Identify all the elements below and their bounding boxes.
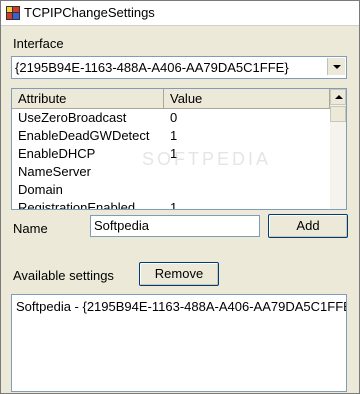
- value-cell: 1: [170, 146, 178, 161]
- vertical-scrollbar[interactable]: [330, 89, 346, 209]
- table-row[interactable]: Domain: [12, 181, 330, 199]
- name-input-box[interactable]: [90, 215, 260, 237]
- arrow-up-icon: [335, 95, 343, 99]
- name-input[interactable]: [94, 218, 254, 233]
- scroll-up-button[interactable]: [330, 89, 346, 105]
- list-rows: UseZeroBroadcast 0 EnableDeadGWDetect 1 Enab…: [12, 109, 330, 210]
- table-row[interactable]: EnableDHCP 1: [12, 145, 330, 163]
- app-icon: [6, 6, 20, 20]
- value-cell: 0: [170, 110, 178, 125]
- app-window: TCPIPChangeSettings Interface {2195B94E-…: [0, 0, 360, 394]
- chevron-down-icon: [333, 65, 341, 69]
- attribute-cell: EnableDeadGWDetect: [18, 128, 150, 143]
- client-area: Interface {2195B94E-1163-488A-A406-AA79D…: [1, 26, 359, 393]
- value-cell: 1: [170, 200, 178, 210]
- list-header: Attribute Value: [12, 89, 330, 109]
- attribute-cell: EnableDHCP: [18, 146, 96, 161]
- table-row[interactable]: EnableDeadGWDetect 1: [12, 127, 330, 145]
- table-row[interactable]: NameServer: [12, 163, 330, 181]
- attribute-cell: UseZeroBroadcast: [18, 110, 127, 125]
- interface-dropdown[interactable]: {2195B94E-1163-488A-A406-AA79DA5C1FFE}: [11, 56, 347, 79]
- scrollbar-thumb[interactable]: [330, 106, 346, 122]
- attributes-list[interactable]: Attribute Value UseZeroBroadcast 0 EnableD…: [11, 88, 347, 210]
- attribute-cell: RegistrationEnabled: [18, 200, 136, 210]
- table-row[interactable]: UseZeroBroadcast 0: [12, 109, 330, 127]
- title-bar[interactable]: TCPIPChangeSettings: [1, 1, 359, 26]
- available-settings-list[interactable]: Softpedia - {2195B94E-1163-488A-A406-AA7…: [11, 294, 347, 392]
- list-item[interactable]: Softpedia - {2195B94E-1163-488A-A406-AA7…: [16, 299, 346, 314]
- column-header-value[interactable]: Value: [164, 89, 330, 108]
- attribute-cell: NameServer: [18, 164, 91, 179]
- window-title: TCPIPChangeSettings: [24, 5, 155, 20]
- add-button[interactable]: Add: [268, 214, 348, 238]
- dropdown-button[interactable]: [327, 58, 345, 75]
- available-settings-label: Available settings: [13, 268, 114, 283]
- interface-selected-value: {2195B94E-1163-488A-A406-AA79DA5C1FFE}: [15, 60, 289, 75]
- value-cell: 1: [170, 128, 178, 143]
- attribute-cell: Domain: [18, 182, 63, 197]
- interface-label: Interface: [13, 36, 64, 51]
- column-header-attribute[interactable]: Attribute: [12, 89, 164, 108]
- name-label: Name: [13, 221, 48, 236]
- table-row[interactable]: RegistrationEnabled 1: [12, 199, 330, 210]
- remove-button[interactable]: Remove: [139, 262, 219, 286]
